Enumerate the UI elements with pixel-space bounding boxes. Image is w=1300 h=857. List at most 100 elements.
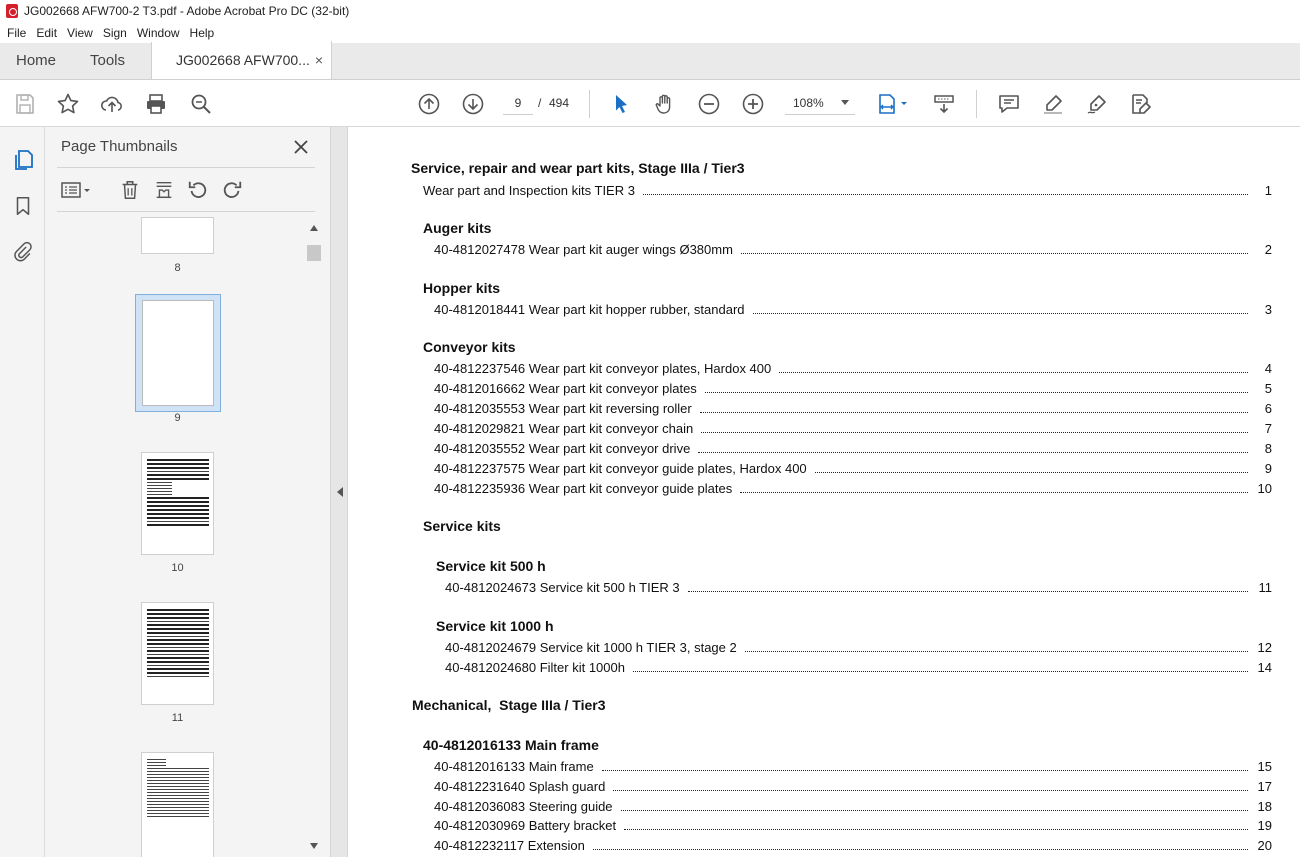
close-panel-icon[interactable] [289, 135, 313, 159]
chevron-left-icon [337, 487, 343, 497]
toc-entry-text: 40-4812237546 Wear part kit conveyor pla… [434, 361, 772, 376]
page-thumbnail[interactable] [141, 602, 214, 705]
next-page-icon[interactable] [459, 90, 487, 118]
menu-help[interactable]: Help [185, 26, 220, 40]
toc-entry[interactable]: 40-4812018441 Wear part kit hopper rubbe… [434, 301, 1272, 317]
page-thumbnail-selected[interactable] [135, 294, 221, 412]
toc-entry[interactable]: 40-4812027478 Wear part kit auger wings … [434, 241, 1272, 257]
bookmark-star-icon[interactable] [54, 90, 82, 118]
toc-entry[interactable]: 40-4812016662 Wear part kit conveyor pla… [434, 380, 1272, 396]
toc-entry-text: 40-4812035553 Wear part kit reversing ro… [434, 401, 692, 416]
toc-entry-page: 17 [1257, 779, 1272, 794]
toc-entry-page: 10 [1257, 481, 1272, 496]
scroll-up-icon[interactable] [310, 225, 318, 231]
window-title: JG002668 AFW700-2 T3.pdf - Adobe Acrobat… [24, 4, 350, 18]
toc-entry-text: 40-4812231640 Splash guard [434, 779, 606, 794]
zoom-level-select[interactable]: 108% [785, 91, 855, 115]
page-thumbnails-icon[interactable] [8, 145, 38, 175]
collapse-panel-handle[interactable] [330, 127, 348, 857]
menu-file[interactable]: File [2, 26, 31, 40]
thumbnail-text-lines [147, 459, 209, 548]
toc-entry[interactable]: 40-4812036083 Steering guide 18 [434, 798, 1272, 814]
toc-subheading: Hopper kits [423, 280, 501, 296]
search-zoom-icon[interactable] [187, 90, 215, 118]
bookmarks-icon[interactable] [8, 191, 38, 221]
menu-view[interactable]: View [62, 26, 98, 40]
toc-entry-text: 40-4812016662 Wear part kit conveyor pla… [434, 381, 697, 396]
upload-cloud-icon[interactable] [98, 90, 126, 118]
zoom-in-icon[interactable] [739, 90, 767, 118]
print-icon[interactable] [142, 90, 170, 118]
menu-bar: File Edit View Sign Window Help [0, 22, 1300, 43]
toc-entry[interactable]: 40-4812035553 Wear part kit reversing ro… [434, 400, 1272, 416]
scrollbar-thumb[interactable] [307, 245, 321, 261]
fit-page-icon[interactable] [873, 90, 913, 118]
hand-tool-icon[interactable] [651, 90, 679, 118]
page-total: 494 [549, 96, 570, 110]
sign-pen-icon[interactable] [1083, 90, 1111, 118]
toc-entry[interactable]: 40-4812030969 Battery bracket 19 [434, 817, 1272, 833]
rotate-counterclockwise-icon[interactable] [185, 177, 211, 203]
attachments-icon[interactable] [8, 237, 38, 267]
zoom-out-icon[interactable] [695, 90, 723, 118]
tab-document[interactable]: JG002668 AFW700... × [152, 41, 332, 79]
toc-entry[interactable]: 40-4812016133 Main frame 15 [434, 758, 1272, 774]
toc-entry[interactable]: 40-4812235936 Wear part kit conveyor gui… [434, 480, 1272, 496]
toc-entry-text: 40-4812016133 Main frame [434, 759, 594, 774]
toc-entry-page: 8 [1264, 441, 1272, 456]
scroll-down-icon[interactable] [310, 843, 318, 849]
toc-entry[interactable]: 40-4812035552 Wear part kit conveyor dri… [434, 440, 1272, 456]
toc-entry[interactable]: Wear part and Inspection kits TIER 3 1 [423, 182, 1272, 198]
toc-subheading: Auger kits [423, 220, 492, 236]
toolbar-divider [976, 90, 977, 118]
tab-document-label: JG002668 AFW700... [176, 52, 310, 68]
options-menu-icon[interactable] [59, 177, 93, 203]
page-thumbnail[interactable] [141, 452, 214, 555]
page-number-input[interactable] [503, 91, 533, 115]
previous-page-icon[interactable] [415, 90, 443, 118]
tab-tools[interactable]: Tools [74, 42, 152, 79]
scroll-mode-icon[interactable] [930, 90, 958, 118]
toc-entry-text: Wear part and Inspection kits TIER 3 [423, 183, 635, 198]
toc-entry[interactable]: 40-4812232117 Extension 20 [434, 837, 1272, 853]
toc-entry-page: 20 [1257, 838, 1272, 853]
toc-entry-page: 2 [1264, 242, 1272, 257]
comment-icon[interactable] [995, 90, 1023, 118]
select-cursor-icon[interactable] [607, 90, 635, 118]
highlight-pen-icon[interactable] [1039, 90, 1067, 118]
toc-entry-page: 6 [1264, 401, 1272, 416]
toc-entry[interactable]: 40-4812231640 Splash guard 17 [434, 778, 1272, 794]
page-thumbnail[interactable] [141, 217, 214, 254]
toc-entry-text: 40-4812024679 Service kit 1000 h TIER 3,… [445, 640, 737, 655]
toc-entry[interactable]: 40-4812237575 Wear part kit conveyor gui… [434, 460, 1272, 476]
page-thumbnail-label: 8 [174, 262, 181, 274]
toc-entry[interactable]: 40-4812237546 Wear part kit conveyor pla… [434, 360, 1272, 376]
toc-entry-page: 19 [1257, 818, 1272, 833]
thumbnail-text-lines [147, 759, 209, 855]
tab-home[interactable]: Home [0, 42, 74, 79]
menu-edit[interactable]: Edit [31, 26, 62, 40]
page-thumbnail[interactable] [141, 752, 214, 857]
thumbnail-list: 8 9 10 11 [45, 217, 330, 857]
close-tab-icon[interactable]: × [315, 52, 323, 68]
fill-sign-icon[interactable] [1127, 90, 1155, 118]
toc-subheading: 40-4812016133 Main frame [423, 737, 599, 753]
page-thumbnail-image [142, 300, 214, 406]
menu-window[interactable]: Window [132, 26, 185, 40]
toc-entry[interactable]: 40-4812024680 Filter kit 1000h 14 [445, 659, 1272, 675]
rotate-clockwise-icon[interactable] [219, 177, 245, 203]
thumbnail-scrollbar[interactable] [306, 217, 322, 857]
toolbar-divider [589, 90, 590, 118]
toc-entry-text: 40-4812036083 Steering guide [434, 799, 613, 814]
toc-subheading: Conveyor kits [423, 339, 516, 355]
save-icon[interactable] [11, 90, 39, 118]
toc-entry[interactable]: 40-4812024679 Service kit 1000 h TIER 3,… [445, 639, 1272, 655]
toc-entry[interactable]: 40-4812029821 Wear part kit conveyor cha… [434, 420, 1272, 436]
toc-subheading: Service kits [423, 518, 501, 534]
delete-pages-icon[interactable] [117, 177, 143, 203]
zoom-level-value: 108% [793, 95, 824, 110]
extract-pages-icon[interactable] [151, 177, 177, 203]
toc-entry[interactable]: 40-4812024673 Service kit 500 h TIER 3 11 [445, 579, 1272, 595]
menu-sign[interactable]: Sign [98, 26, 132, 40]
toolbar: / 494 108% [0, 81, 1300, 127]
